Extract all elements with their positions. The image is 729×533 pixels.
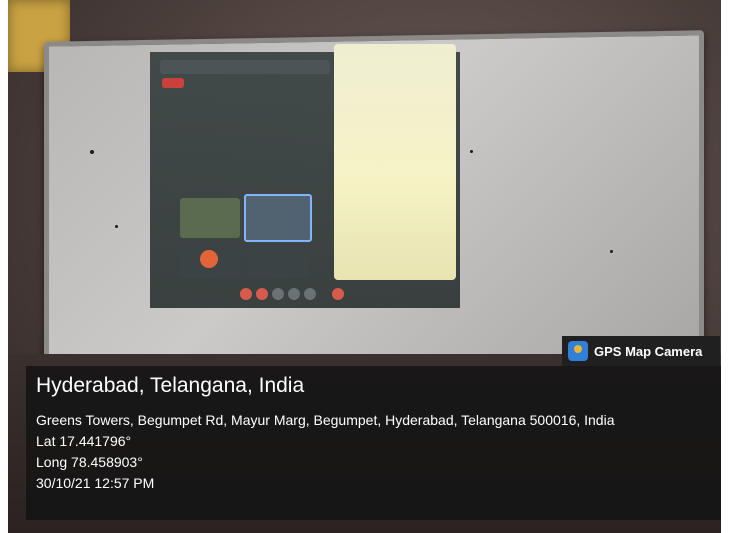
datetime-text: 30/10/21 12:57 PM [36,475,155,491]
latitude-text: Lat 17.441796° [36,433,132,449]
longitude-text: Long 78.458903° [36,454,143,470]
board-mark [610,250,613,253]
location-overlay: Hyderabad, Telangana, India Greens Tower… [26,366,721,520]
board-mark [470,150,473,153]
photo: GPS Map Camera Hyderabad, Telangana, Ind… [0,0,729,533]
board-mark [90,150,94,154]
control-dot [332,288,344,300]
projected-call-controls [240,288,350,302]
projected-record-indicator [162,78,184,88]
city-title: Hyderabad, Telangana, India [36,374,305,397]
participant-tile [180,198,240,238]
participant-tile [244,194,312,242]
projected-top-bar [160,60,330,74]
control-dot [256,288,268,300]
control-dot [272,288,284,300]
map-pin-icon [568,341,588,361]
control-dot [288,288,300,300]
badge-label: GPS Map Camera [594,343,703,359]
projected-side-panel [334,44,456,280]
address-text: Greens Towers, Begumpet Rd, Mayur Marg, … [36,412,615,428]
board-mark [115,225,118,228]
participant-tile [246,242,308,278]
control-dot [304,288,316,300]
participant-avatar [200,250,218,268]
app-badge: GPS Map Camera [562,336,720,366]
control-dot [240,288,252,300]
